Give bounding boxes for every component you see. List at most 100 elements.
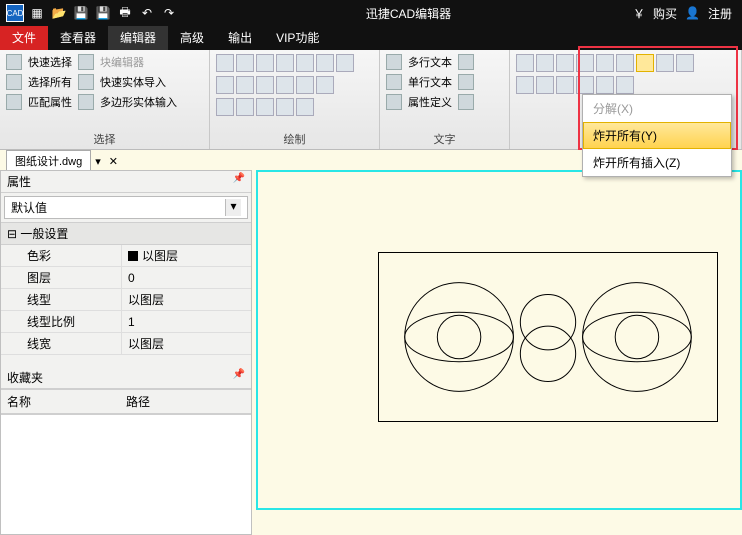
leader-icon[interactable] xyxy=(458,74,474,90)
table-icon[interactable] xyxy=(296,98,314,116)
new-icon[interactable]: ▦ xyxy=(28,4,46,22)
stext-icon xyxy=(386,74,402,90)
poly-input-btn[interactable]: 多边形实体输入 xyxy=(100,94,177,110)
menu-explode-all-insert[interactable]: 炸开所有插入(Z) xyxy=(583,149,731,176)
cad-icon[interactable]: CAD xyxy=(6,4,24,22)
tab-advanced[interactable]: 高级 xyxy=(168,26,216,50)
import-icon xyxy=(78,74,94,90)
tab-file[interactable]: 文件 xyxy=(0,26,48,50)
col-name[interactable]: 名称 xyxy=(7,393,126,410)
polygon-icon[interactable] xyxy=(276,54,294,72)
modify-row1 xyxy=(516,54,735,72)
quick-select-btn[interactable]: 快速选择 xyxy=(28,54,72,70)
favorites-list xyxy=(1,414,251,534)
offset-icon[interactable] xyxy=(536,76,554,94)
explode-dropdown: 分解(X) 炸开所有(Y) 炸开所有插入(Z) xyxy=(582,94,732,177)
tab-editor[interactable]: 编辑器 xyxy=(108,26,168,50)
undo-icon[interactable]: ↶ xyxy=(138,4,156,22)
print-icon[interactable]: 🖶 xyxy=(116,4,134,22)
stretch-icon[interactable] xyxy=(616,54,634,72)
dim-icon[interactable] xyxy=(458,54,474,70)
revcloud-icon[interactable] xyxy=(316,76,334,94)
menu-explode-all[interactable]: 炸开所有(Y) xyxy=(583,122,731,149)
favorites-title: 收藏夹 xyxy=(7,369,43,386)
modify-row2 xyxy=(516,76,735,94)
break-icon[interactable] xyxy=(596,76,614,94)
mtext-btn[interactable]: 多行文本 xyxy=(408,54,452,70)
prop-ltscale[interactable]: 线型比例1 xyxy=(1,311,251,333)
fav-pin-icon[interactable]: 📌 xyxy=(233,369,245,386)
circle-icon[interactable] xyxy=(216,76,234,94)
attdef-icon xyxy=(386,94,402,110)
prop-color[interactable]: 色彩以图层 xyxy=(1,245,251,267)
panel-text: 多行文本 单行文本 属性定义 文字 xyxy=(380,50,510,149)
hatch-icon[interactable] xyxy=(316,54,334,72)
tab-output[interactable]: 输出 xyxy=(216,26,264,50)
draw-tools-row3 xyxy=(216,98,366,116)
spline-icon[interactable] xyxy=(296,54,314,72)
panel-text-label: 文字 xyxy=(386,129,503,147)
match-props-btn[interactable]: 匹配属性 xyxy=(28,94,72,110)
move-icon[interactable] xyxy=(516,54,534,72)
insert-icon[interactable] xyxy=(336,54,354,72)
pin-icon[interactable]: 📌 xyxy=(233,173,245,190)
default-select-value: 默认值 xyxy=(11,199,225,216)
user-icon: 👤 xyxy=(685,6,700,20)
title-bar: CAD ▦ 📂 💾 💾 🖶 ↶ ↷ 迅捷CAD编辑器 ￥ 购买 👤 注册 xyxy=(0,0,742,26)
ray-icon[interactable] xyxy=(216,98,234,116)
general-category[interactable]: ⊟ 一般设置 xyxy=(1,222,251,245)
rect-icon[interactable] xyxy=(256,54,274,72)
scale-icon[interactable] xyxy=(596,54,614,72)
app-title: 迅捷CAD编辑器 xyxy=(184,5,633,22)
explode-icon[interactable] xyxy=(636,54,654,72)
poly-icon xyxy=(78,94,94,110)
selectall-icon xyxy=(6,74,22,90)
open-icon[interactable]: 📂 xyxy=(50,4,68,22)
buy-link[interactable]: 购买 xyxy=(653,5,677,22)
quick-import-btn[interactable]: 快速实体导入 xyxy=(100,74,166,90)
ellipse-icon[interactable] xyxy=(256,76,274,94)
prop-linetype[interactable]: 线型以图层 xyxy=(1,289,251,311)
copy-icon[interactable] xyxy=(536,54,554,72)
tab-viewer[interactable]: 查看器 xyxy=(48,26,108,50)
favorites-header: 收藏夹 📌 xyxy=(1,367,251,389)
drawing-canvas[interactable] xyxy=(256,170,742,510)
array-icon[interactable] xyxy=(516,76,534,94)
tolerance-icon[interactable] xyxy=(458,94,474,110)
polyline-icon[interactable] xyxy=(236,54,254,72)
trim-icon[interactable] xyxy=(656,54,674,72)
prop-lineweight[interactable]: 线宽以图层 xyxy=(1,333,251,355)
line-icon[interactable] xyxy=(216,54,234,72)
extend-icon[interactable] xyxy=(676,54,694,72)
attdef-btn[interactable]: 属性定义 xyxy=(408,94,452,110)
save-icon[interactable]: 💾 xyxy=(72,4,90,22)
fillet-icon[interactable] xyxy=(556,76,574,94)
tab-close-icon[interactable]: ✕ xyxy=(105,155,122,168)
quickselect-icon xyxy=(6,54,22,70)
rotate-icon[interactable] xyxy=(556,54,574,72)
join-icon[interactable] xyxy=(616,76,634,94)
prop-layer[interactable]: 图层0 xyxy=(1,267,251,289)
block-editor-btn[interactable]: 块编辑器 xyxy=(100,54,144,70)
file-tab[interactable]: 图纸设计.dwg xyxy=(6,150,91,172)
donut-icon[interactable] xyxy=(276,76,294,94)
register-link[interactable]: 注册 xyxy=(708,5,732,22)
redo-icon[interactable]: ↷ xyxy=(160,4,178,22)
select-all-btn[interactable]: 选择所有 xyxy=(28,74,72,90)
arc-icon[interactable] xyxy=(236,76,254,94)
mline-icon[interactable] xyxy=(256,98,274,116)
default-select[interactable]: 默认值 ▾ xyxy=(4,196,248,219)
mirror-icon[interactable] xyxy=(576,54,594,72)
col-path[interactable]: 路径 xyxy=(126,393,245,410)
saveall-icon[interactable]: 💾 xyxy=(94,4,112,22)
chamfer-icon[interactable] xyxy=(576,76,594,94)
stext-btn[interactable]: 单行文本 xyxy=(408,74,452,90)
ribbon-tabs: 文件 查看器 编辑器 高级 输出 VIP功能 xyxy=(0,26,742,50)
xline-icon[interactable] xyxy=(236,98,254,116)
region-icon[interactable] xyxy=(276,98,294,116)
point-icon[interactable] xyxy=(296,76,314,94)
tab-vip[interactable]: VIP功能 xyxy=(264,26,331,50)
menu-explode[interactable]: 分解(X) xyxy=(583,95,731,122)
panel-draw: 绘制 xyxy=(210,50,380,149)
tab-dropdown-icon[interactable]: ▾ xyxy=(91,155,105,168)
